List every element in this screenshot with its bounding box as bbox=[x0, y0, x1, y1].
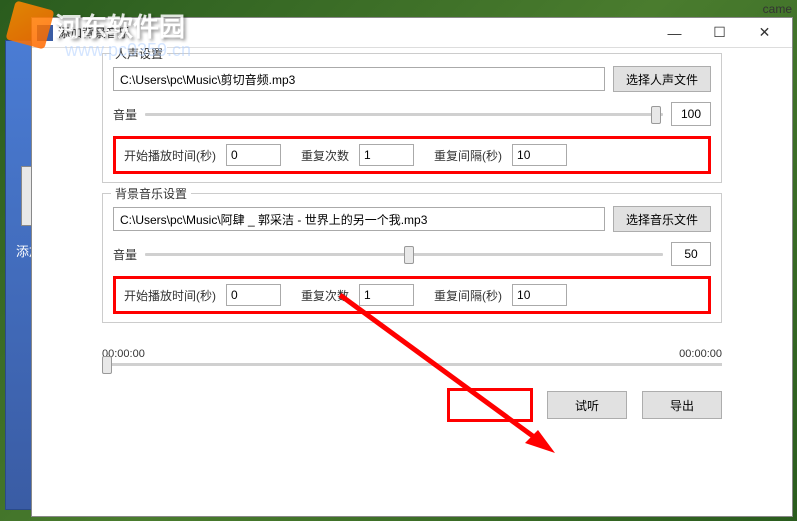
minimize-button[interactable]: — bbox=[652, 19, 697, 47]
voice-interval-input[interactable] bbox=[512, 144, 567, 166]
voice-volume-label: 音量 bbox=[113, 106, 137, 123]
voice-timing-row: 开始播放时间(秒) 重复次数 重复间隔(秒) bbox=[113, 136, 711, 174]
watermark-url: www.pc0359.cn bbox=[65, 40, 191, 61]
bgm-interval-input[interactable] bbox=[512, 284, 567, 306]
bgm-timing-row: 开始播放时间(秒) 重复次数 重复间隔(秒) bbox=[113, 276, 711, 314]
watermark-text: 河东软件园 bbox=[55, 7, 185, 44]
select-bgm-file-button[interactable]: 选择音乐文件 bbox=[613, 206, 711, 232]
voice-repeat-label: 重复次数 bbox=[301, 147, 349, 164]
preview-button[interactable]: 试听 bbox=[547, 391, 627, 419]
came-label: came bbox=[763, 2, 792, 16]
timeline-end-time: 00:00:00 bbox=[679, 348, 722, 360]
watermark-cube-icon bbox=[6, 1, 55, 50]
export-button[interactable]: 导出 bbox=[642, 391, 722, 419]
maximize-button[interactable]: ☐ bbox=[697, 19, 742, 47]
voice-interval-label: 重复间隔(秒) bbox=[434, 147, 502, 164]
voice-repeat-input[interactable] bbox=[359, 144, 414, 166]
timeline-slider[interactable] bbox=[102, 363, 722, 366]
bgm-interval-label: 重复间隔(秒) bbox=[434, 287, 502, 304]
bgm-start-label: 开始播放时间(秒) bbox=[124, 287, 216, 304]
bgm-path-input[interactable] bbox=[113, 207, 605, 231]
voice-volume-slider[interactable] bbox=[145, 113, 663, 116]
voice-volume-value[interactable]: 100 bbox=[671, 102, 711, 126]
bgm-settings-title: 背景音乐设置 bbox=[111, 185, 191, 202]
bgm-repeat-label: 重复次数 bbox=[301, 287, 349, 304]
voice-start-input[interactable] bbox=[226, 144, 281, 166]
bgm-volume-slider[interactable] bbox=[145, 253, 663, 256]
voice-settings-group: 人声设置 选择人声文件 音量 100 开始播放时间(秒) 重复次数 重复间隔(秒 bbox=[102, 53, 722, 183]
bgm-volume-value[interactable]: 50 bbox=[671, 242, 711, 266]
close-button[interactable]: ✕ bbox=[742, 19, 787, 47]
preview-highlight-box bbox=[447, 388, 533, 422]
bgm-settings-group: 背景音乐设置 选择音乐文件 音量 50 开始播放时间(秒) 重复次数 重复间隔( bbox=[102, 193, 722, 323]
voice-path-input[interactable] bbox=[113, 67, 605, 91]
main-window: 添加背景音乐 — ☐ ✕ 人声设置 选择人声文件 音量 100 bbox=[31, 17, 793, 517]
watermark: 河东软件园 www.pc0359.cn bbox=[10, 5, 191, 61]
voice-start-label: 开始播放时间(秒) bbox=[124, 147, 216, 164]
bgm-start-input[interactable] bbox=[226, 284, 281, 306]
select-voice-file-button[interactable]: 选择人声文件 bbox=[613, 66, 711, 92]
bgm-repeat-input[interactable] bbox=[359, 284, 414, 306]
bgm-volume-label: 音量 bbox=[113, 246, 137, 263]
